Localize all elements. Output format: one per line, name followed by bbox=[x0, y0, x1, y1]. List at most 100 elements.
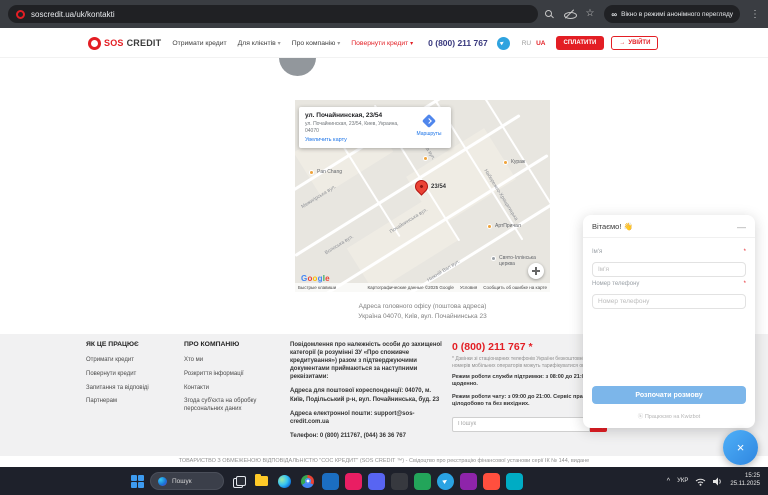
telegram-icon[interactable]: ► bbox=[496, 36, 510, 50]
pay-button[interactable]: СПЛАТИТИ bbox=[555, 36, 605, 50]
search-engine-icon bbox=[158, 476, 167, 486]
edge-button[interactable] bbox=[276, 473, 293, 490]
footer-link-disclosure[interactable]: Розкриття інформації bbox=[184, 371, 280, 379]
folder-icon bbox=[255, 474, 268, 486]
chat-greeting: Вітаємо! 👋 bbox=[592, 222, 633, 231]
chrome-button[interactable] bbox=[299, 473, 316, 490]
tray-chevron-up-icon[interactable]: ^ bbox=[667, 478, 670, 485]
footer-email: Адреса електронної пошти: support@sos-cr… bbox=[290, 410, 415, 425]
nav-about-company[interactable]: Про компанію ▾ bbox=[292, 40, 341, 47]
lang-switch-ru[interactable]: RU bbox=[522, 40, 531, 47]
footer-link-return-credit[interactable]: Повернути кредит bbox=[86, 371, 178, 379]
poi-church-icon[interactable] bbox=[491, 256, 496, 261]
speaker-icon[interactable] bbox=[713, 477, 723, 486]
footer-column-title: ЯК ЦЕ ПРАЦЮЄ bbox=[86, 341, 139, 348]
chat-widget: Вітаємо! 👋 — Ім'я * Номер телефону * Роз… bbox=[583, 215, 755, 428]
poi-icon[interactable] bbox=[503, 160, 508, 165]
map-card-title: ул. Почайнинская, 23/54 bbox=[305, 112, 383, 119]
chat-start-button[interactable]: Розпочати розмову bbox=[592, 386, 746, 404]
footer-link-who-we-are[interactable]: Хто ми bbox=[184, 357, 280, 365]
map-pan-control[interactable] bbox=[528, 263, 544, 279]
footer-postal-address: Адреса для поштової кореспонденції: 0407… bbox=[290, 388, 440, 403]
bookmark-star-icon[interactable]: ☆ bbox=[585, 9, 594, 19]
poi-label: Кураж bbox=[511, 159, 526, 165]
app-button-green[interactable] bbox=[414, 472, 431, 490]
lang-switch-ua[interactable]: UA bbox=[536, 40, 545, 47]
app-button-dark[interactable] bbox=[391, 472, 408, 490]
nav-get-credit[interactable]: Отримати кредит bbox=[172, 40, 226, 47]
decorative-circle bbox=[279, 58, 316, 76]
required-asterisk: * bbox=[743, 249, 746, 255]
legal-text: ТОВАРИСТВО З ОБМЕЖЕНОЮ ВІДПОВІДАЛЬНІСТЮ … bbox=[178, 458, 590, 464]
taskbar-clock[interactable]: 15:25 25.11.2025 bbox=[730, 473, 760, 489]
chat-name-label: Ім'я bbox=[592, 249, 603, 255]
kwizbot-icon: ⓚ bbox=[637, 414, 644, 420]
incognito-icon: ∞ bbox=[611, 9, 618, 19]
enlarge-map-link[interactable]: Увеличить карту bbox=[305, 137, 411, 143]
store-button[interactable] bbox=[322, 472, 339, 490]
chat-name-input[interactable] bbox=[592, 262, 746, 277]
nav-label: Про компанію bbox=[291, 39, 336, 47]
app-button-teal[interactable] bbox=[506, 472, 523, 490]
browser-menu-icon[interactable]: ⋮ bbox=[750, 9, 760, 20]
app-button-orange[interactable] bbox=[483, 472, 500, 490]
logo-ring-icon bbox=[88, 36, 101, 50]
footer-phone-line: Телефон: 0 (800) 211767, (044) 36 36 767 bbox=[290, 432, 406, 439]
eye-off-icon[interactable] bbox=[564, 9, 578, 19]
telegram-app-button[interactable]: ► bbox=[437, 472, 454, 490]
taskbar-search[interactable]: Пошук bbox=[150, 472, 224, 490]
footer-link-personal-data-consent[interactable]: Згода суб'єкта на обробку персональних д… bbox=[184, 398, 280, 414]
nav-label: Повернути кредит bbox=[351, 39, 409, 47]
url-text: soscredit.ua/uk/kontakti bbox=[31, 9, 115, 19]
search-icon[interactable] bbox=[545, 9, 554, 19]
header-inner: SOS CREDIT Отримати кредит Для клієнтів ▾… bbox=[88, 28, 659, 58]
address-bar[interactable]: soscredit.ua/uk/kontakti bbox=[8, 5, 538, 23]
incognito-badge: ∞ Вікно в режимі анонімного перегляду bbox=[604, 5, 740, 23]
app-button-indigo[interactable] bbox=[368, 472, 385, 490]
footer-link-faq[interactable]: Запитання та відповіді bbox=[86, 385, 178, 393]
poi-label: АртПричал bbox=[495, 223, 521, 229]
file-explorer-button[interactable] bbox=[253, 473, 270, 490]
map-info-card-text: ул. Почайнинская, 23/54 ул. Почайнинская… bbox=[305, 112, 411, 143]
google-map-embed[interactable]: Почайнинська вул. Волоська вул. Межигірс… bbox=[295, 100, 550, 292]
site-logo[interactable]: SOS CREDIT bbox=[88, 36, 161, 50]
app-button-purple[interactable] bbox=[460, 472, 477, 490]
keyboard-shortcuts-link[interactable]: Быстрые клавиши bbox=[298, 285, 336, 290]
chat-close-fab[interactable]: × bbox=[723, 430, 758, 465]
footer-link-contacts[interactable]: Контакти bbox=[184, 385, 280, 393]
language-indicator[interactable]: УКР bbox=[677, 478, 688, 484]
map-road bbox=[548, 100, 550, 245]
street-label: Нижній Вал вул. bbox=[426, 258, 462, 284]
chat-phone-input[interactable] bbox=[592, 294, 746, 309]
incognito-label: Вікно в режимі анонімного перегляду bbox=[621, 10, 733, 18]
chat-phone-label: Номер телефону bbox=[592, 281, 640, 287]
nav-for-clients[interactable]: Для клієнтів ▾ bbox=[238, 40, 281, 47]
header-phone[interactable]: 0 (800) 211 767 bbox=[428, 38, 488, 48]
start-button[interactable] bbox=[131, 474, 144, 488]
minimize-icon[interactable]: — bbox=[737, 222, 746, 231]
app-button-pink[interactable] bbox=[345, 472, 362, 490]
logo-text-sos: SOS bbox=[104, 38, 124, 48]
site-header: SOS CREDIT Отримати кредит Для клієнтів ▾… bbox=[0, 28, 768, 58]
google-logo[interactable]: Google bbox=[301, 274, 330, 283]
site-favicon-icon bbox=[16, 9, 25, 19]
map-report-link[interactable]: Сообщить об ошибке на карте bbox=[483, 285, 547, 290]
map-terms-link[interactable]: Условия bbox=[460, 285, 477, 290]
wifi-icon[interactable] bbox=[695, 477, 706, 486]
paper-plane-glyph: ► bbox=[498, 39, 507, 48]
nav-return-credit[interactable]: Повернути кредит ▾ bbox=[351, 40, 413, 47]
poi-icon[interactable] bbox=[423, 156, 428, 161]
poi-icon[interactable] bbox=[487, 224, 492, 229]
login-button[interactable]: → УВІЙТИ bbox=[611, 36, 659, 50]
poi-icon[interactable] bbox=[309, 170, 314, 175]
task-view-button[interactable] bbox=[230, 473, 247, 490]
map-attribution: Быстрые клавиши Картографические данные … bbox=[295, 283, 550, 292]
chat-body: Ім'я * Номер телефону * bbox=[583, 238, 755, 309]
footer-search-input[interactable] bbox=[452, 416, 590, 432]
footer-link-get-credit[interactable]: Отримати кредит bbox=[86, 357, 178, 365]
login-label: УВІЙТИ bbox=[628, 40, 651, 46]
caption-line2: Україна 04070, Київ, вул. Почайнинська 2… bbox=[358, 313, 487, 321]
footer-link-partners[interactable]: Партнерам bbox=[86, 398, 178, 406]
directions-control[interactable]: Маршруты bbox=[411, 112, 447, 143]
system-tray: ^ УКР 15:25 25.11.2025 bbox=[667, 467, 760, 495]
